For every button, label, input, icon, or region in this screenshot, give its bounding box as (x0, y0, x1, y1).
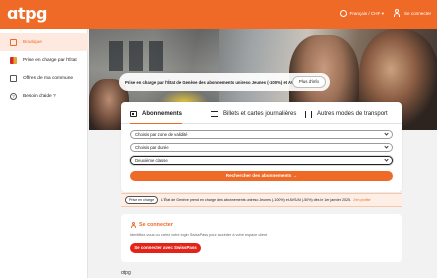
tpg-logo[interactable]: ɑtpg (7, 5, 48, 23)
user-icon (130, 222, 136, 228)
search-subscriptions-button[interactable]: Rechercher des abonnements → (130, 171, 393, 181)
tram-window (149, 41, 163, 71)
class-select[interactable]: Deuxième classe (130, 156, 393, 165)
sidebar-item-offres-commune[interactable]: Offres de ma commune (0, 69, 88, 87)
sidebar-item-label: Besoin d'aide ? (23, 93, 56, 99)
sidebar-item-boutique[interactable]: Boutique (0, 33, 88, 51)
notice-banner: Prise en charge L'État de Genève prend e… (121, 193, 402, 207)
sidebar-item-prise-en-charge[interactable]: Prise en charge par l'État (0, 51, 88, 69)
sidebar-item-aide[interactable]: ? Besoin d'aide ? (0, 87, 88, 105)
hero-banner-text: Prise en charge par l'État de Genève des… (125, 79, 316, 85)
login-card-title: Se connecter (130, 222, 173, 228)
notice-text: L'État de Genève prend en charge des abo… (161, 198, 351, 202)
footer-logo: ɑtpg (121, 270, 131, 276)
zone-select[interactable]: Choisis par zone de validité (130, 130, 393, 139)
top-bar: ɑtpg Français / CHF ▾ Se connecter (0, 0, 437, 29)
class-select-value: Deuxième classe (135, 158, 168, 163)
chevron-down-icon (384, 144, 389, 149)
tab-label: Billets et cartes journalières (223, 111, 297, 117)
login-link[interactable]: Se connecter (393, 9, 431, 17)
card-icon (130, 111, 137, 117)
duration-select[interactable]: Choisis par durée (130, 143, 393, 152)
tab-autres-modes[interactable]: Autres modes de transport (305, 108, 388, 120)
help-icon: ? (10, 92, 17, 100)
language-selector[interactable]: Français / CHF ▾ (339, 10, 384, 17)
sidebar-item-label: Boutique (23, 39, 42, 45)
document-icon (10, 74, 17, 82)
cart-icon (10, 38, 17, 46)
notice-chip: Prise en charge (125, 196, 159, 204)
sidebar: Boutique Prise en charge par l'État Offr… (0, 29, 88, 278)
zone-select-value: Choisis par zone de validité (135, 132, 188, 137)
tab-billets[interactable]: Billets et cartes journalières (211, 108, 296, 120)
more-info-button[interactable]: Plus d'info (291, 76, 326, 88)
tram-window (109, 41, 123, 71)
chevron-down-icon (384, 131, 389, 136)
language-label: Français / CHF ▾ (349, 10, 384, 16)
duration-select-value: Choisis par durée (135, 145, 169, 150)
chevron-down-icon (384, 157, 389, 162)
tickets-icon (211, 111, 218, 117)
geneva-flag-icon (10, 56, 17, 64)
login-card: Se connecter Identifiez-vous ou créez vo… (121, 214, 402, 262)
login-label: Se connecter (403, 10, 431, 16)
tab-bar: Abonnements Billets et cartes journalièr… (121, 102, 402, 124)
notice-link[interactable]: J'en profite (353, 198, 370, 202)
tram-window (129, 41, 143, 71)
swisspass-login-button[interactable]: Se connecter avec SwissPass (130, 243, 201, 253)
user-icon (393, 9, 401, 17)
tab-label: Autres modes de transport (317, 111, 388, 117)
sidebar-item-label: Offres de ma commune (23, 75, 74, 81)
transport-modes-icon (305, 110, 312, 118)
sidebar-item-label: Prise en charge par l'État (23, 57, 77, 63)
hero-banner: Prise en charge par l'État de Genève des… (119, 73, 330, 91)
globe-icon (339, 10, 347, 17)
login-title-text: Se connecter (139, 222, 173, 228)
tab-label: Abonnements (142, 111, 183, 117)
tab-abonnements[interactable]: Abonnements (130, 108, 183, 124)
login-description: Identifiez-vous ou créez votre login Swi… (130, 233, 268, 237)
